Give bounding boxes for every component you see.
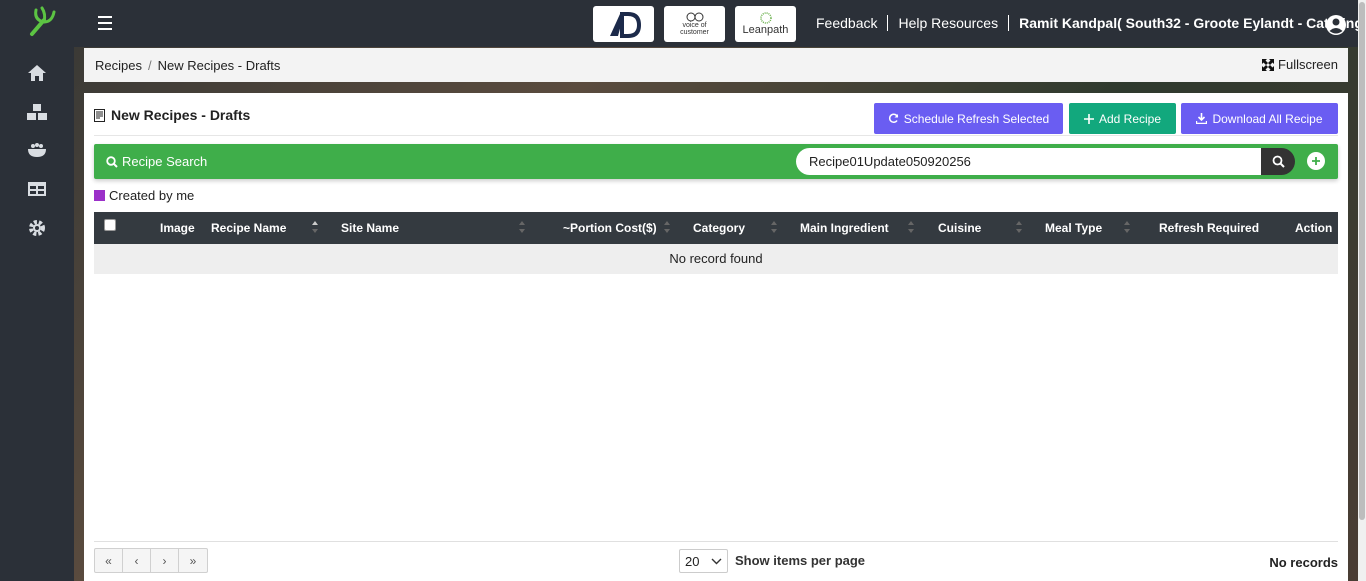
expand-icon: [1262, 58, 1275, 71]
settings-gear-icon[interactable]: [26, 217, 48, 239]
sort-icon[interactable]: [1015, 220, 1023, 234]
menu-toggle-icon[interactable]: [98, 16, 112, 30]
leanpath-logo[interactable]: Leanpath: [735, 6, 796, 42]
recipe-search-input[interactable]: [796, 148, 1262, 175]
recipe-search-bar: Recipe Search: [94, 144, 1338, 179]
sort-icon[interactable]: [770, 220, 778, 234]
col-image: Image: [160, 221, 195, 235]
divider: [94, 541, 1338, 542]
col-site-name[interactable]: Site Name: [341, 221, 399, 235]
top-links: Feedback Help Resources Ramit Kandpal( S…: [816, 15, 1366, 31]
col-refresh-required: Refresh Required: [1159, 221, 1260, 235]
items-per-page-select[interactable]: 20: [679, 549, 728, 573]
plus-icon: [1312, 157, 1320, 165]
col-cuisine[interactable]: Cuisine: [938, 221, 981, 235]
sort-icon[interactable]: [663, 220, 671, 234]
recipe-search-label: Recipe Search: [106, 154, 207, 169]
breadcrumb-separator: /: [147, 57, 152, 73]
table-header: Image Recipe Name Site Name ~Portion Cos…: [94, 212, 1338, 244]
fullscreen-button[interactable]: Fullscreen: [1262, 57, 1338, 72]
divider: [887, 15, 889, 31]
pager-status: No records: [1269, 555, 1338, 570]
legend-swatch: [94, 190, 105, 201]
search-icon: [1272, 155, 1285, 168]
feedback-link[interactable]: Feedback: [816, 15, 877, 31]
food-bowl-icon[interactable]: [26, 139, 48, 161]
items-per-page-label: Show items per page: [735, 553, 866, 568]
recipes-panel: New Recipes - Drafts Schedule Refresh Se…: [84, 93, 1348, 581]
col-meal-type[interactable]: Meal Type: [1045, 221, 1102, 235]
schedule-refresh-button[interactable]: Schedule Refresh Selected: [874, 103, 1063, 134]
breadcrumb-current: New Recipes - Drafts: [157, 57, 281, 73]
add-recipe-button[interactable]: Add Recipe: [1069, 103, 1176, 134]
pagination: « ‹ › »: [94, 548, 208, 573]
last-page-button[interactable]: »: [179, 549, 207, 572]
inventory-boxes-icon[interactable]: [26, 101, 48, 123]
ad-brand-logo[interactable]: [593, 6, 654, 42]
col-action: Action: [1295, 221, 1333, 235]
sort-asc-icon[interactable]: [311, 220, 319, 234]
col-portion-cost[interactable]: ~Portion Cost($): [563, 221, 657, 235]
help-resources-link[interactable]: Help Resources: [898, 15, 998, 31]
sort-icon[interactable]: [907, 220, 915, 234]
col-recipe-name[interactable]: Recipe Name: [211, 221, 286, 235]
user-avatar-icon[interactable]: [1325, 14, 1347, 36]
sidebar: [0, 0, 74, 581]
page-title: New Recipes - Drafts: [94, 107, 250, 123]
sort-icon[interactable]: [518, 220, 526, 234]
created-by-me-legend: Created by me: [94, 188, 194, 203]
download-all-button[interactable]: Download All Recipe: [1181, 103, 1338, 134]
plus-icon: [1083, 113, 1094, 124]
advanced-search-button[interactable]: [1307, 152, 1325, 170]
download-icon: [1196, 113, 1208, 124]
app-logo-icon[interactable]: [24, 4, 60, 40]
user-name[interactable]: Ramit Kandpal( South32 - Groote Eylandt …: [1019, 15, 1366, 31]
table-grid-icon[interactable]: [26, 178, 48, 200]
empty-table-message: No record found: [94, 244, 1338, 274]
voice-of-customer-logo[interactable]: voice of customer: [664, 6, 725, 42]
breadcrumb-recipes[interactable]: Recipes: [95, 58, 142, 73]
scrollbar-thumb[interactable]: [1359, 2, 1365, 520]
divider: [94, 135, 1338, 136]
col-category[interactable]: Category: [693, 221, 745, 235]
select-all-checkbox[interactable]: [104, 219, 116, 231]
divider: [1008, 15, 1010, 31]
home-icon[interactable]: [26, 62, 48, 84]
topbar: voice of customer Leanpath Feedback Help…: [74, 0, 1366, 47]
refresh-icon: [888, 113, 898, 123]
breadcrumb: Recipes / New Recipes - Drafts Fullscree…: [84, 48, 1348, 82]
first-page-button[interactable]: «: [95, 549, 123, 572]
prev-page-button[interactable]: ‹: [123, 549, 151, 572]
document-icon: [94, 108, 105, 122]
sort-icon[interactable]: [1123, 220, 1131, 234]
page-scrollbar[interactable]: [1358, 0, 1366, 581]
search-icon: [106, 155, 118, 168]
next-page-button[interactable]: ›: [151, 549, 179, 572]
search-submit-button[interactable]: [1261, 148, 1295, 175]
chevron-down-icon: [711, 558, 722, 565]
col-main-ingredient[interactable]: Main Ingredient: [800, 221, 889, 235]
